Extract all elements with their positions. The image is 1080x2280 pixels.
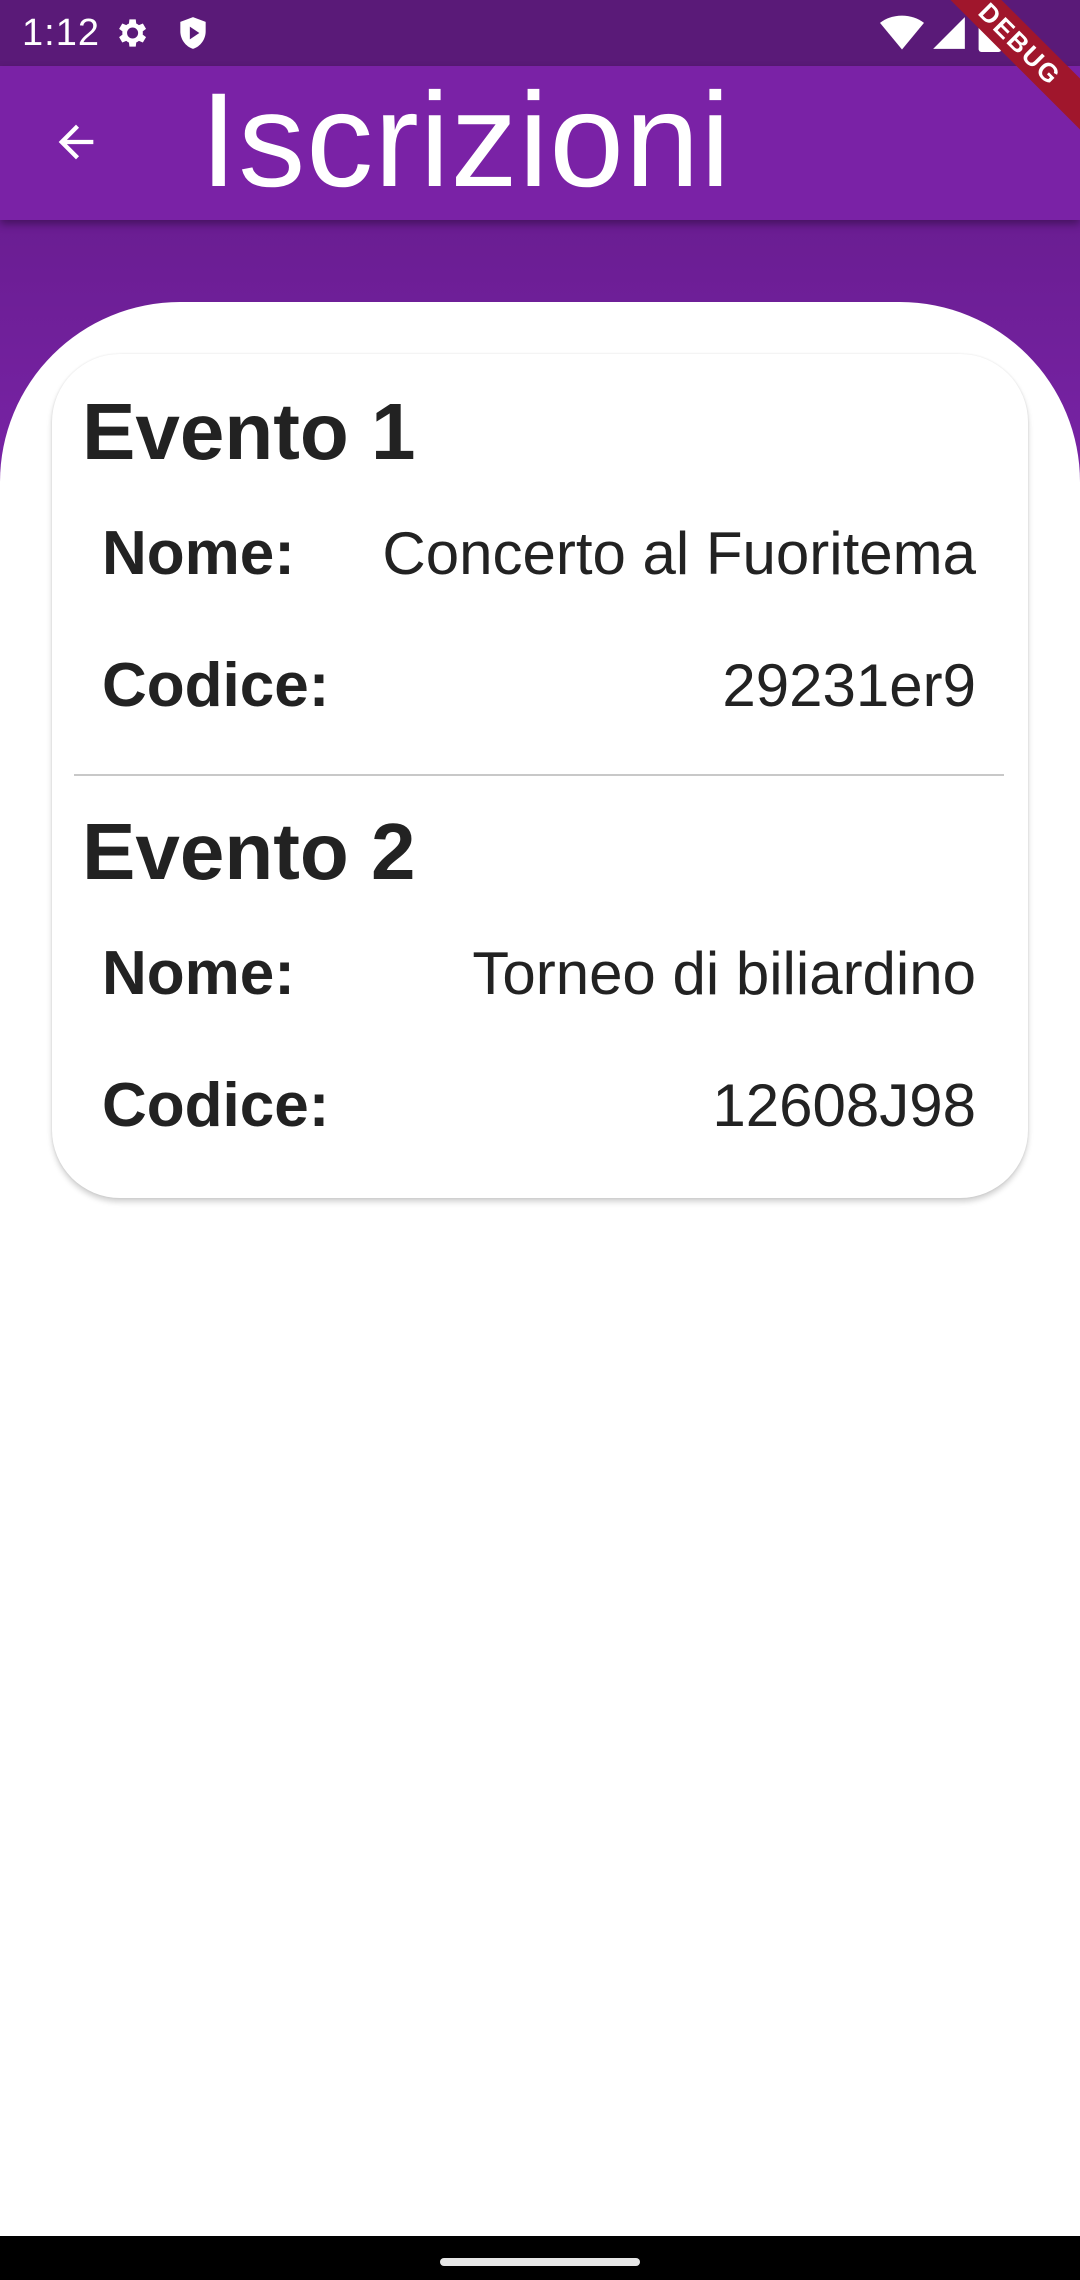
event-code-label: Codice: [102,1071,330,1140]
home-gesture-handle[interactable] [440,2258,640,2266]
registrations-card: Evento 1 Nome: Concerto al Fuoritema Cod… [52,354,1028,1198]
page-title: Iscrizioni [200,66,732,215]
event-name-value: Concerto al Fuoritema [382,520,976,587]
battery-icon [978,14,1002,52]
app-bar: Iscrizioni [0,66,1080,220]
settings-icon [112,14,150,52]
event-code-label: Codice: [102,651,330,720]
system-navigation-bar [0,2236,1080,2280]
shield-icon [174,14,212,52]
event-name-label: Nome: [102,519,295,588]
wifi-icon [880,14,924,52]
event-title: Evento 2 [82,807,416,896]
status-time: 1:12 [22,12,100,54]
event-name-label: Nome: [102,939,295,1008]
status-bar: 1:12 [0,0,1080,66]
event-name-value: Torneo di biliardino [472,940,976,1007]
event-divider [74,774,1004,776]
event-title: Evento 1 [82,387,416,476]
back-button[interactable] [40,108,112,180]
signal-icon [930,14,968,52]
event-code-value: 29231er9 [722,652,976,719]
arrow-back-icon [50,116,102,173]
event-code-value: 12608J98 [712,1072,976,1139]
